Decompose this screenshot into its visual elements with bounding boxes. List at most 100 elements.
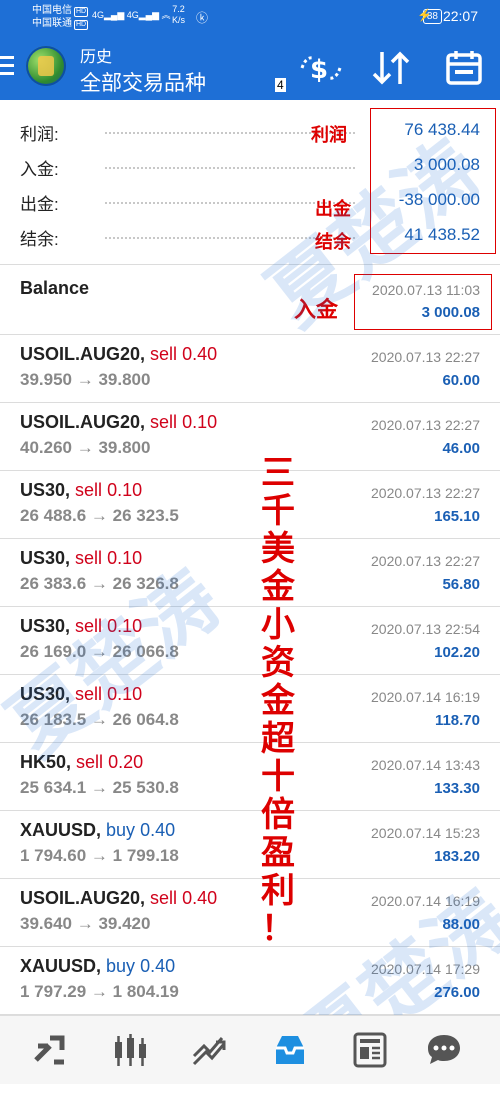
- trade-profit: 102.20: [434, 644, 480, 661]
- trade-symbol: USOIL.AUG20, sell 0.10: [20, 412, 217, 433]
- trade-prices: 1 794.60 → 1 799.18: [20, 846, 179, 866]
- arrow-icon: →: [76, 914, 94, 933]
- net-speed: 7.2 K/s: [172, 4, 186, 25]
- status-bar: 中国电信 HD 中国联通 HD 4G▂▄▆ 4G▂▄▆ ︽ 7.2 K/s ⓚ 88 …: [0, 0, 500, 34]
- clock: 22:07: [442, 8, 478, 24]
- slogan-char: 倍: [261, 795, 295, 835]
- open-price: 1 797.29: [20, 982, 87, 1001]
- trade-date: 2020.07.13 22:27: [371, 417, 480, 433]
- trade-date: 2020.07.13 22:27: [371, 553, 480, 569]
- slogan-char: 十: [261, 757, 295, 797]
- arrow-icon: →: [76, 370, 94, 389]
- open-price: 40.260: [20, 438, 72, 457]
- menu-icon[interactable]: [0, 56, 14, 76]
- slogan-char: 美: [261, 529, 295, 569]
- app-logo: [26, 46, 66, 86]
- hd-badge-1: HD: [74, 7, 89, 17]
- history-icon[interactable]: [270, 1030, 310, 1070]
- trade-side: sell 0.20: [76, 752, 144, 772]
- close-price: 26 323.5: [112, 506, 179, 525]
- trade-symbol-text: XAUUSD,: [20, 820, 102, 840]
- trade-prices: 26 488.6 → 26 323.5: [20, 506, 179, 526]
- annotation-slogan: 三千美金小资金超十倍盈利！: [258, 454, 298, 948]
- trade-date: 2020.07.13 22:54: [371, 621, 480, 637]
- trade-symbol: US30, sell 0.10: [20, 548, 142, 569]
- open-price: 1 794.60: [20, 846, 87, 865]
- trade-prices: 25 634.1 → 25 530.8: [20, 778, 179, 798]
- trade-side: sell 0.40: [150, 344, 218, 364]
- trade-prices: 40.260 → 39.800: [20, 438, 150, 458]
- trade-symbol-text: US30,: [20, 480, 71, 500]
- carrier-info: 中国电信 HD 中国联通 HD: [32, 4, 89, 30]
- deposit-withdraw-icon[interactable]: $: [296, 48, 346, 88]
- svg-text:$: $: [310, 55, 328, 85]
- trade-date: 2020.07.14 16:19: [371, 689, 480, 705]
- slogan-char: 盈: [261, 833, 295, 873]
- arrow-icon: →: [90, 982, 108, 1001]
- slogan-char: 金: [261, 567, 295, 607]
- trade-symbol: USOIL.AUG20, sell 0.40: [20, 888, 217, 909]
- trade-symbol-text: USOIL.AUG20,: [20, 412, 146, 432]
- close-price: 39.420: [98, 914, 151, 933]
- open-price: 26 488.6: [20, 506, 87, 525]
- slogan-char: 千: [261, 491, 295, 531]
- trade-profit: 56.80: [442, 576, 480, 593]
- balance-row-label[interactable]: Balance: [20, 278, 89, 299]
- close-price: 39.800: [98, 438, 151, 457]
- trade-icon[interactable]: [190, 1030, 230, 1070]
- trade-prices: 39.950 → 39.800: [20, 370, 150, 390]
- divider: [0, 878, 500, 879]
- symbol-filter[interactable]: 全部交易品种: [80, 67, 206, 97]
- slogan-char: ！: [261, 909, 295, 949]
- slogan-char: 金: [261, 681, 295, 721]
- trade-date: 2020.07.14 13:43: [371, 757, 480, 773]
- trade-side: sell 0.10: [75, 480, 143, 500]
- trade-side: buy 0.40: [106, 956, 176, 976]
- trade-symbol-text: XAUUSD,: [20, 956, 102, 976]
- trade-symbol-text: USOIL.AUG20,: [20, 344, 146, 364]
- slogan-char: 超: [261, 719, 295, 759]
- trade-prices: 1 797.29 → 1 804.19: [20, 982, 179, 1002]
- dots-divider: [105, 167, 355, 169]
- calendar-icon[interactable]: [444, 48, 484, 88]
- divider: [0, 470, 500, 471]
- chat-icon[interactable]: [424, 1030, 464, 1070]
- slogan-char: 利: [261, 871, 295, 911]
- k-circle-icon: ⓚ: [196, 11, 209, 25]
- slogan-char: 三: [261, 453, 295, 493]
- trade-profit: 165.10: [434, 508, 480, 525]
- trade-symbol-text: US30,: [20, 548, 71, 568]
- trade-symbol: XAUUSD, buy 0.40: [20, 956, 175, 977]
- close-price: 1 804.19: [112, 982, 179, 1001]
- trade-profit: 60.00: [442, 372, 480, 389]
- carrier-2: 中国联通: [32, 18, 72, 29]
- arrow-icon: →: [90, 846, 108, 865]
- arrow-icon: →: [90, 778, 108, 797]
- open-price: 39.950: [20, 370, 72, 389]
- open-price: 25 634.1: [20, 778, 87, 797]
- divider: [0, 538, 500, 539]
- quotes-icon[interactable]: [30, 1030, 70, 1070]
- divider: [0, 402, 500, 403]
- close-price: 25 530.8: [112, 778, 179, 797]
- charging-icon: ⚡: [417, 8, 432, 22]
- bottom-nav: [0, 1015, 500, 1084]
- divider: [0, 606, 500, 607]
- trade-date: 2020.07.13 22:27: [371, 349, 480, 365]
- slogan-char: 资: [261, 643, 295, 683]
- trade-side: sell 0.10: [150, 412, 218, 432]
- summary-profit-label: 利润:: [20, 125, 59, 144]
- trade-date: 2020.07.14 15:23: [371, 825, 480, 841]
- divider: [0, 810, 500, 811]
- trade-side: buy 0.40: [106, 820, 176, 840]
- summary-deposit-label: 入金:: [20, 160, 59, 179]
- trade-prices: 39.640 → 39.420: [20, 914, 150, 934]
- trade-symbol: US30, sell 0.10: [20, 480, 142, 501]
- news-icon[interactable]: [350, 1030, 390, 1070]
- slogan-char: 小: [261, 605, 295, 645]
- arrow-icon: →: [90, 506, 108, 525]
- chart-icon[interactable]: [110, 1030, 150, 1070]
- trade-profit: 118.70: [434, 712, 480, 729]
- sort-icon[interactable]: [370, 48, 414, 88]
- trade-symbol: USOIL.AUG20, sell 0.40: [20, 344, 217, 365]
